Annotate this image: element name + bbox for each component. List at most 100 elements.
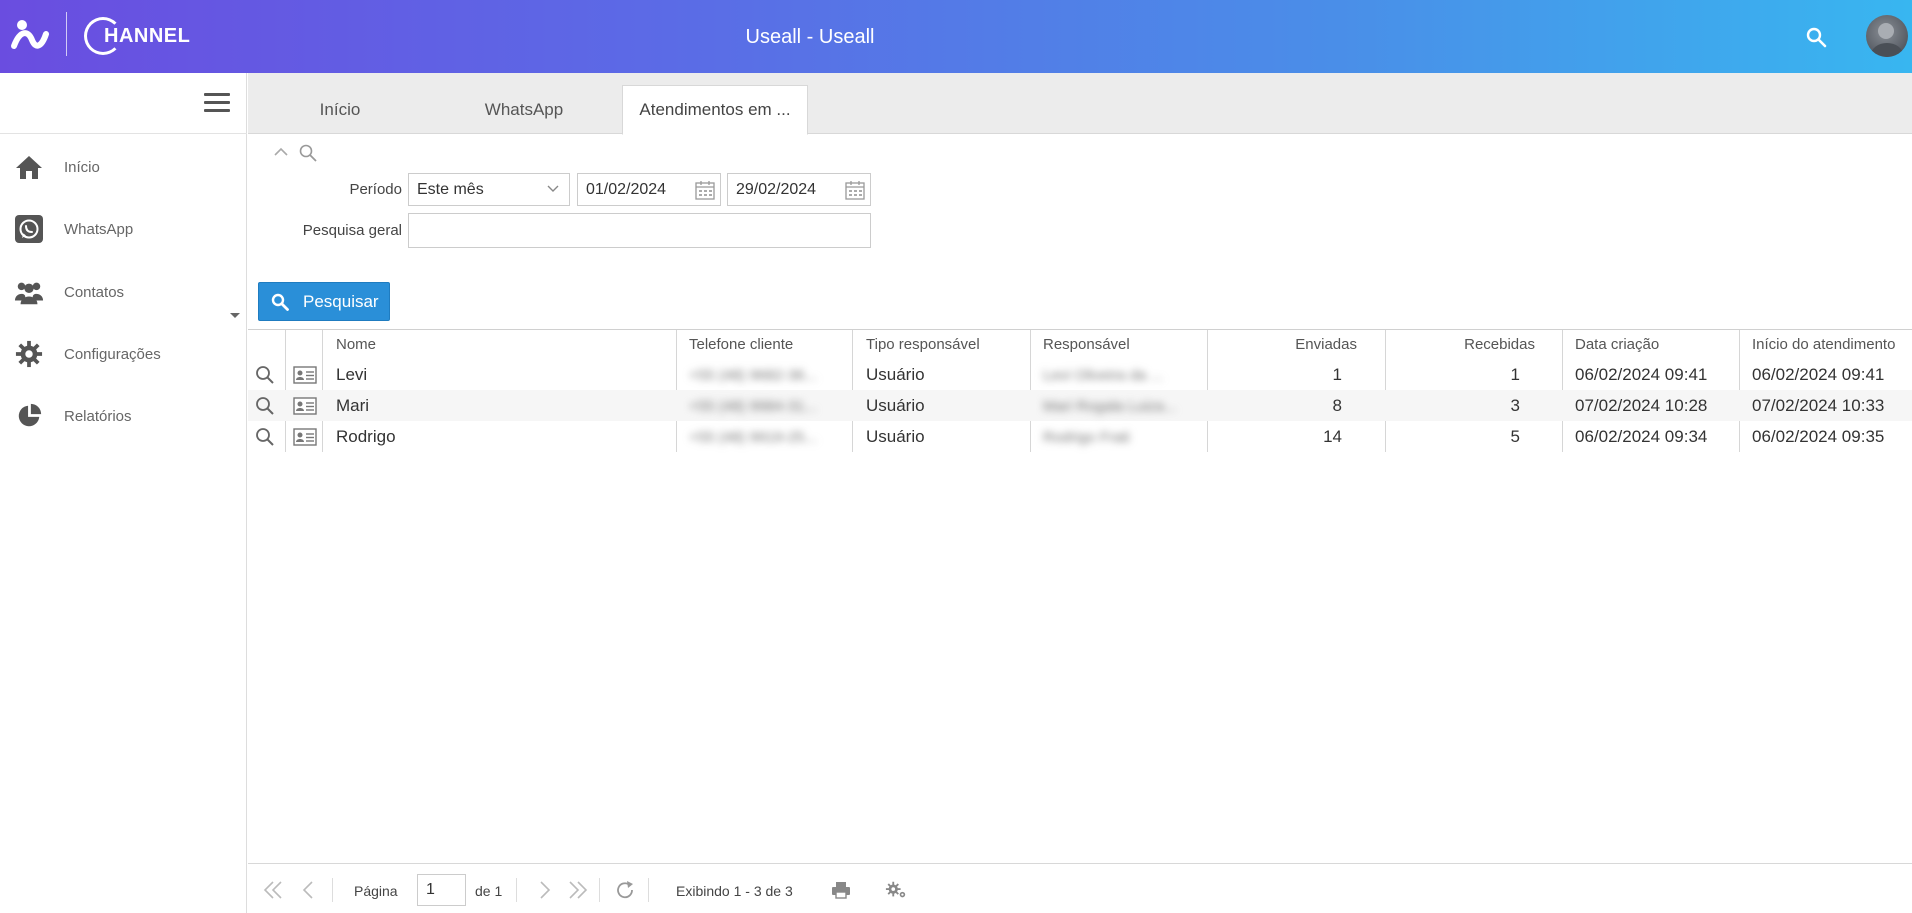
sidebar-item-label: WhatsApp [64,220,134,238]
pager-divider [599,878,600,902]
cell-inicio-atendimento: 06/02/2024 09:41 [1752,365,1885,384]
tab-whatsapp[interactable]: WhatsApp [432,85,616,135]
column-header-enviadas[interactable]: Enviadas [1217,336,1357,353]
cell-nome: Rodrigo [336,427,396,446]
sidebar-item-configuracoes[interactable]: Configurações [0,328,247,380]
cell-enviadas: 1 [1332,365,1342,384]
page-total-label: de 1 [475,883,503,899]
cell-data-criacao: 07/02/2024 10:28 [1575,396,1708,415]
pager-divider [516,878,517,902]
sidebar-item-label: Início [64,158,100,176]
top-header: HANNEL Useall - Useall [0,0,1912,73]
cell-telefone: +55 (48) 9919-25... [689,429,818,446]
contact-card-icon[interactable] [293,365,317,385]
pesquisar-button[interactable]: Pesquisar [258,282,390,321]
grid-top-border [248,329,1912,330]
cell-telefone: +55 (48) 9682-36... [689,367,818,384]
table-row[interactable]: Rodrigo +55 (48) 9919-25... Usuário Rodr… [248,421,1912,452]
date-from-input[interactable]: 01/02/2024 [577,173,721,206]
avatar-silhouette-icon [1871,23,1903,57]
chevron-up-icon[interactable] [272,143,290,161]
pagination-bar: Página de 1 Exibindo 1 - 3 de 3 [248,863,1912,913]
cell-tipo-responsavel: Usuário [866,427,925,446]
sidebar-divider [0,133,247,134]
view-search-icon[interactable] [255,396,275,416]
cell-data-criacao: 06/02/2024 09:41 [1575,365,1708,384]
view-search-icon[interactable] [255,365,275,385]
cell-inicio-atendimento: 07/02/2024 10:33 [1752,396,1885,415]
last-page-icon[interactable] [567,880,589,900]
cell-recebidas: 3 [1510,396,1520,415]
cell-responsavel: Mari Rogala Luiza... [1043,398,1177,415]
sidebar-item-inicio[interactable]: Início [0,141,247,193]
gear-icon [14,339,44,369]
next-page-icon[interactable] [533,880,555,900]
filter-controls [272,143,318,163]
column-header-tipo-responsavel[interactable]: Tipo responsável [866,336,980,353]
column-header-recebidas[interactable]: Recebidas [1395,336,1535,353]
display-count-text: Exibindo 1 - 3 de 3 [676,883,793,899]
sidebar: Início WhatsApp Contatos Configurações R… [0,73,247,913]
search-icon[interactable] [1805,26,1827,48]
tab-atendimentos[interactable]: Atendimentos em ... [622,85,808,135]
refresh-icon[interactable] [615,880,637,900]
cell-responsavel: Levi Oliveira da ... [1043,367,1164,384]
date-to-value: 29/02/2024 [736,181,817,198]
home-icon [14,152,44,182]
pesquisa-geral-input[interactable] [408,213,871,248]
cell-recebidas: 5 [1510,427,1520,446]
periodo-select-value: Este mês [417,181,484,198]
sidebar-item-relatorios[interactable]: Relatórios [0,390,247,442]
page-number-input[interactable] [417,874,466,906]
pager-divider [648,878,649,902]
date-to-input[interactable]: 29/02/2024 [727,173,871,206]
page-label: Página [354,883,398,899]
sidebar-item-label: Contatos [64,283,125,301]
periodo-label: Período [349,181,402,198]
column-header-data-criacao[interactable]: Data criação [1575,336,1659,353]
tab-inicio[interactable]: Início [248,85,432,135]
column-header-nome[interactable]: Nome [336,336,376,353]
sidebar-item-contatos[interactable]: Contatos [0,266,247,318]
pager-divider [332,878,333,902]
cell-enviadas: 8 [1332,396,1342,415]
view-search-icon[interactable] [255,427,275,447]
cell-data-criacao: 06/02/2024 09:34 [1575,427,1708,446]
whatsapp-icon [14,214,44,244]
tab-bar: Início WhatsApp Atendimentos em ... [248,73,1912,135]
app-title: Useall - Useall [745,26,875,48]
table-row[interactable]: Mari +55 (48) 9984-31... Usuário Mari Ro… [248,390,1912,421]
contact-card-icon[interactable] [293,427,317,447]
column-header-responsavel[interactable]: Responsável [1043,336,1130,353]
calendar-icon[interactable] [844,179,866,201]
cell-responsavel: Rodrigo Frati [1043,429,1130,446]
cell-tipo-responsavel: Usuário [866,365,925,384]
sidebar-item-whatsapp[interactable]: WhatsApp [0,203,247,255]
user-avatar[interactable] [1866,15,1908,57]
cell-nome: Levi [336,365,368,384]
date-from-value: 01/02/2024 [586,181,667,198]
search-icon [271,293,289,311]
chevron-down-icon [547,185,559,192]
pesquisar-button-label: Pesquisar [303,291,379,311]
first-page-icon[interactable] [262,880,284,900]
print-icon[interactable] [830,880,852,900]
menu-toggle-icon[interactable] [204,93,230,113]
settings-gears-icon[interactable] [885,880,907,900]
column-header-telefone[interactable]: Telefone cliente [689,336,793,353]
sidebar-item-label: Configurações [64,345,161,363]
previous-page-icon[interactable] [298,880,320,900]
pie-chart-icon [14,401,44,431]
cell-nome: Mari [336,396,370,415]
contacts-icon [14,277,44,307]
cell-enviadas: 14 [1323,427,1342,446]
table-row[interactable]: Levi +55 (48) 9682-36... Usuário Levi Ol… [248,359,1912,390]
filter-search-icon[interactable] [298,143,318,163]
cell-inicio-atendimento: 06/02/2024 09:35 [1752,427,1885,446]
contact-card-icon[interactable] [293,396,317,416]
calendar-icon[interactable] [694,179,716,201]
column-header-inicio-atendimento[interactable]: Início do atendimento [1752,336,1895,353]
cell-telefone: +55 (48) 9984-31... [689,398,818,415]
cell-recebidas: 1 [1510,365,1520,384]
periodo-select[interactable]: Este mês [408,173,570,206]
